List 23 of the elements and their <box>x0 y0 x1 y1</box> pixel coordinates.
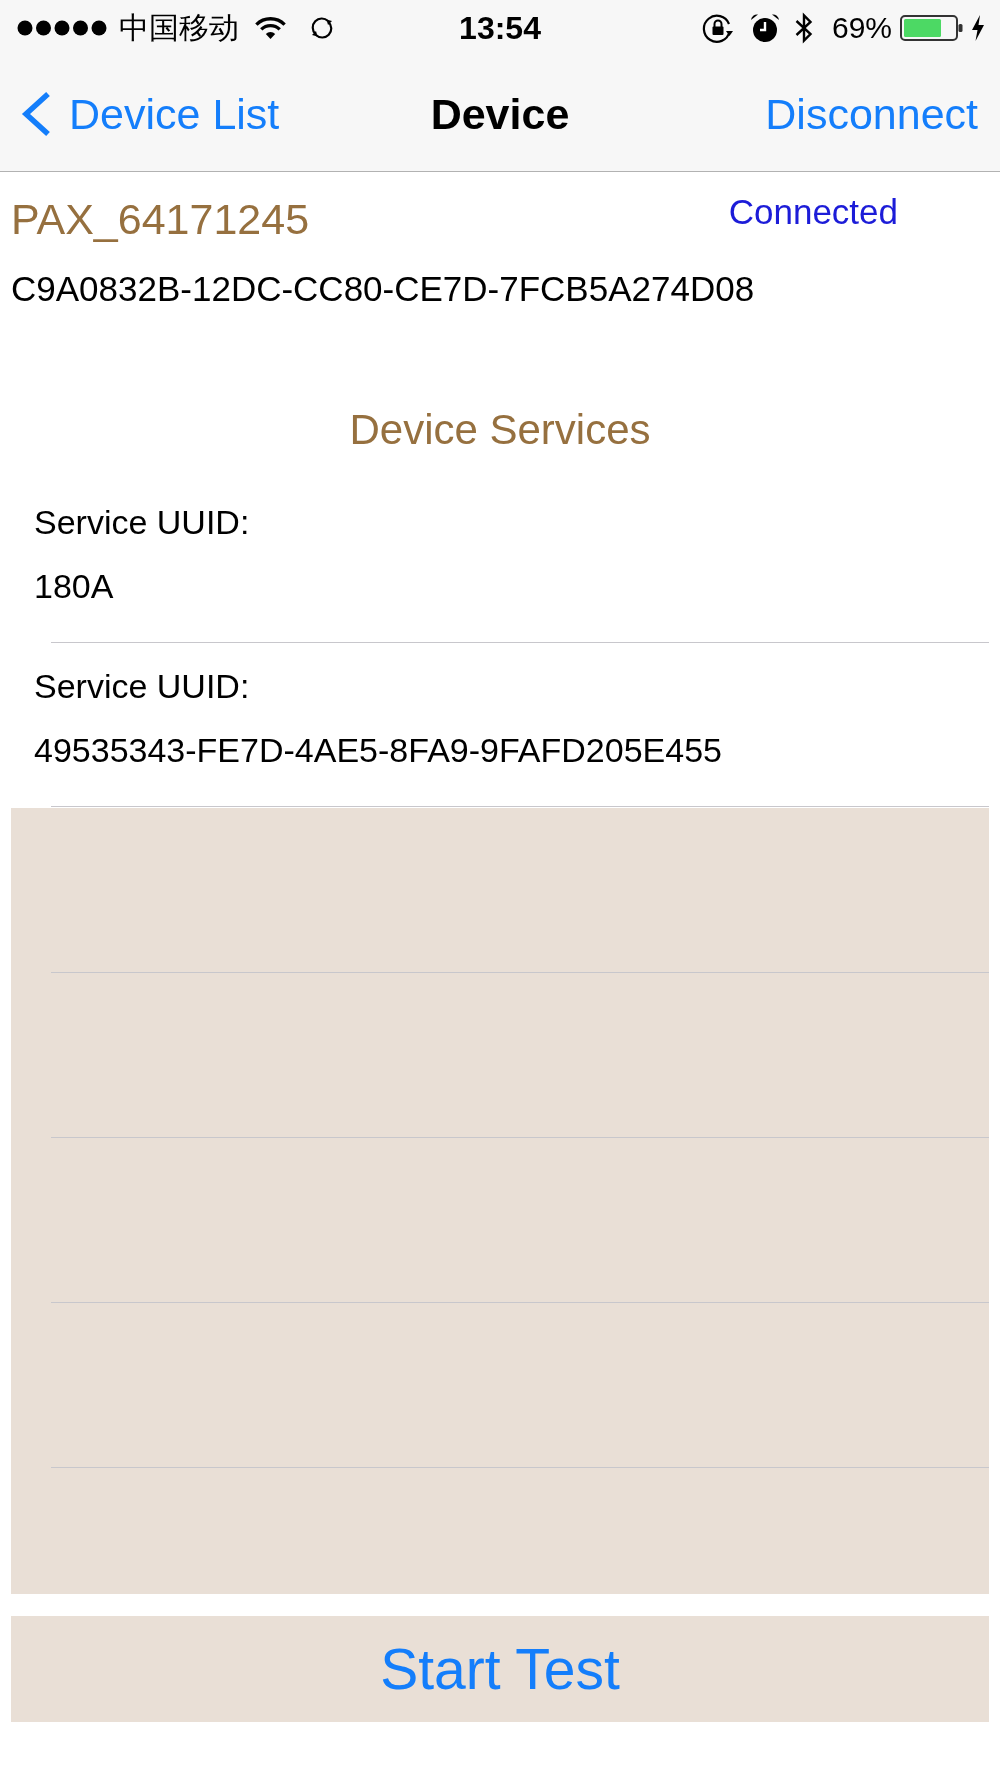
service-label: Service UUID: <box>34 502 251 542</box>
wifi-icon <box>254 16 287 40</box>
device-name: PAX_64171245 <box>11 194 310 244</box>
bluetooth-icon <box>793 12 814 44</box>
disconnect-button[interactable]: Disconnect <box>765 88 978 139</box>
charging-bolt-icon <box>971 15 985 41</box>
battery-icon <box>900 15 963 41</box>
service-uuid: 49535343-FE7D-4AE5-8FA9-9FAFD205E455 <box>34 730 723 770</box>
connection-status: Connected <box>728 192 898 232</box>
nav-title: Device <box>430 88 570 139</box>
alarm-clock-icon <box>749 13 780 43</box>
service-uuid: 180A <box>34 566 115 606</box>
carrier-name: 中国移动 <box>119 10 239 46</box>
orientation-lock-icon <box>701 12 734 44</box>
sync-icon <box>309 15 335 41</box>
signal-icon <box>17 20 107 36</box>
device-uuid: C9A0832B-12DC-CC80-CE7D-7FCB5A274D08 <box>11 269 756 309</box>
back-button[interactable]: Device List <box>20 88 280 139</box>
battery-percent: 69% <box>831 10 892 46</box>
start-test-button[interactable]: Start Test <box>11 1616 989 1722</box>
status-time: 13:54 <box>459 10 541 46</box>
service-label: Service UUID: <box>34 666 251 706</box>
section-title: Device Services <box>348 405 652 455</box>
